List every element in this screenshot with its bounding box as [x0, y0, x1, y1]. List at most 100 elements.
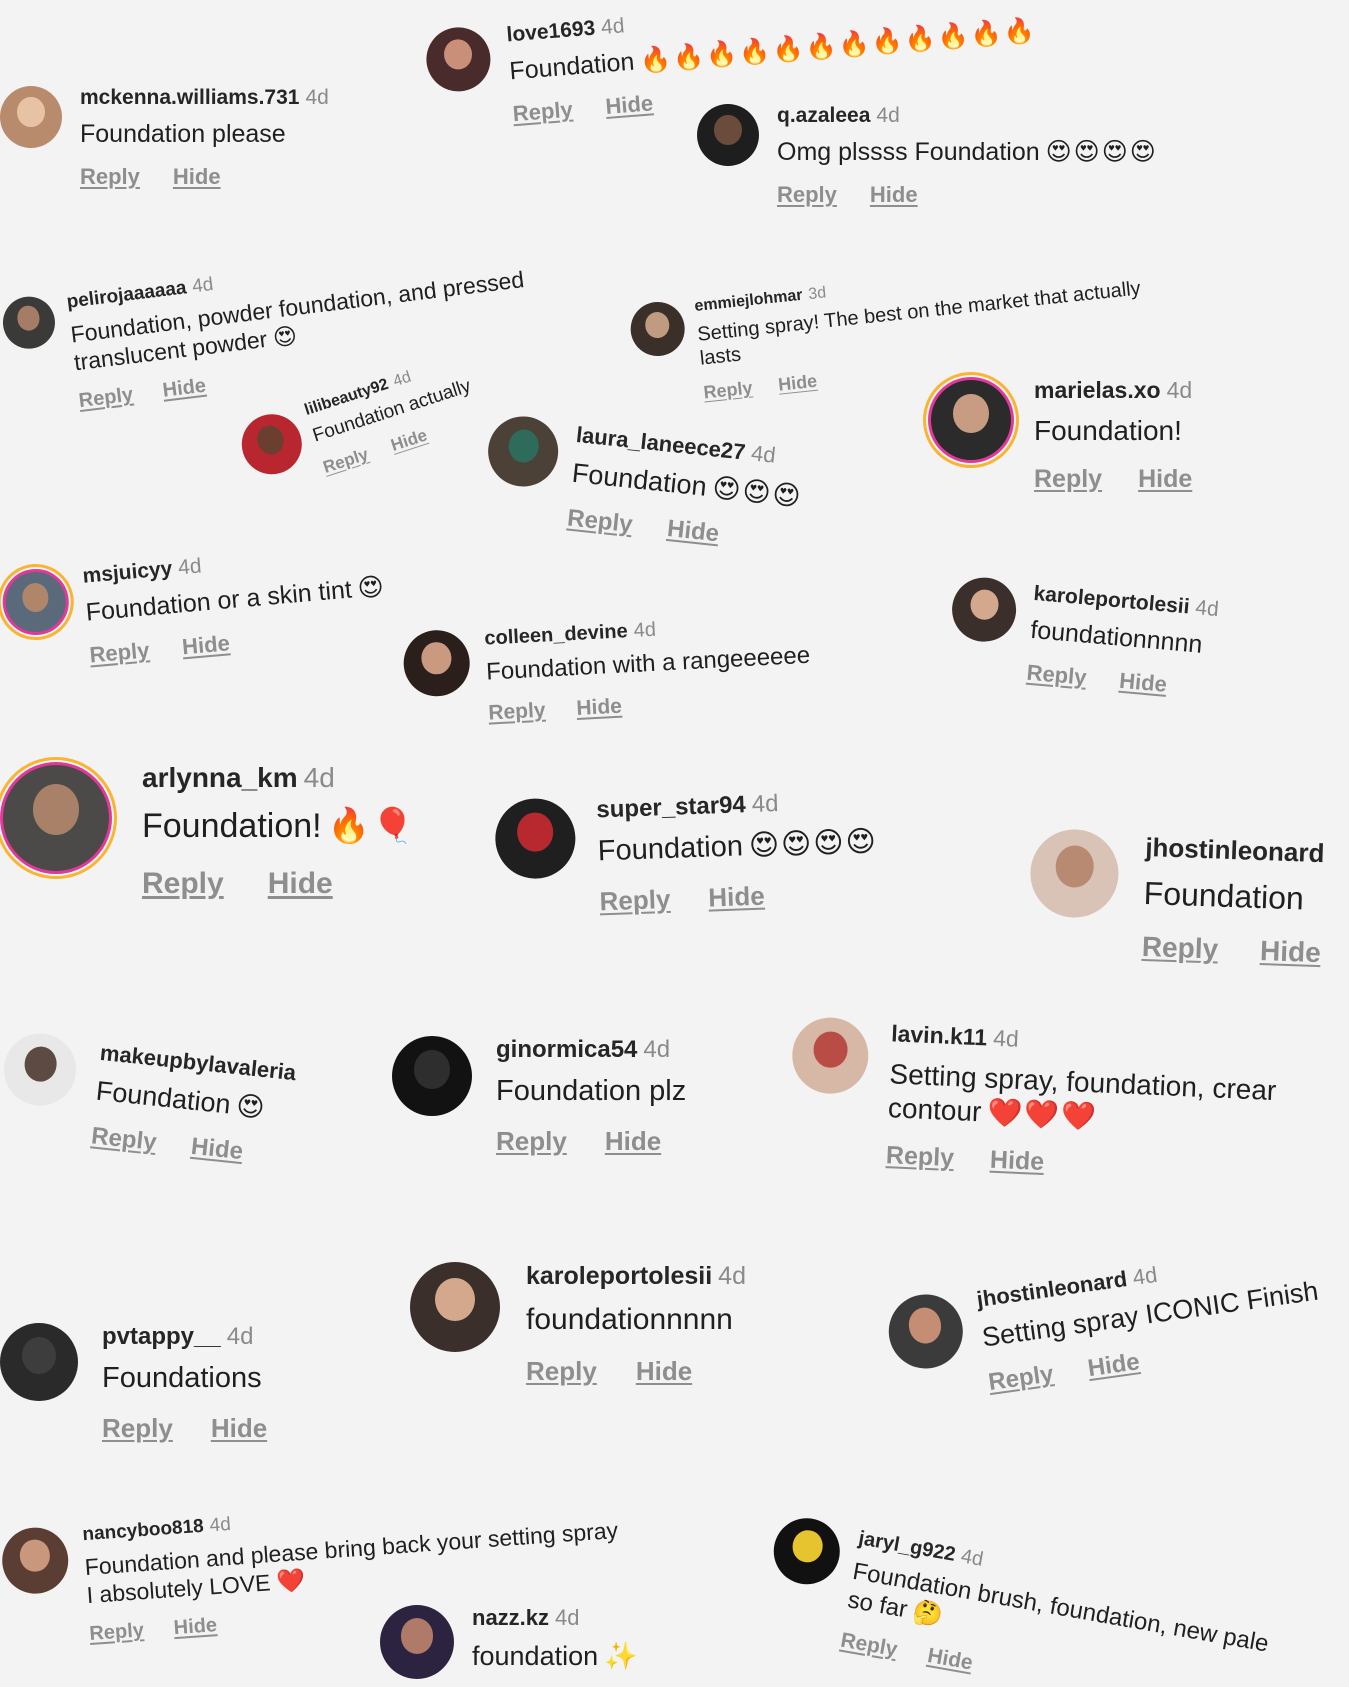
username-link[interactable]: arlynna_km — [142, 762, 298, 794]
username-link[interactable]: colleen_devine — [484, 620, 628, 650]
reply-button[interactable]: Reply — [987, 1361, 1056, 1398]
username-link[interactable]: emmiejlohmar — [694, 287, 804, 316]
avatar[interactable] — [928, 377, 1014, 463]
hide-button[interactable]: Hide — [1260, 935, 1322, 969]
avatar[interactable] — [697, 104, 759, 166]
reply-button[interactable]: Reply — [526, 1356, 597, 1387]
hide-button[interactable]: Hide — [926, 1644, 975, 1676]
hide-button[interactable]: Hide — [268, 867, 333, 901]
reply-button[interactable]: Reply — [89, 1619, 145, 1646]
hide-button[interactable]: Hide — [161, 375, 207, 403]
username-link[interactable]: nancyboo818 — [82, 1516, 205, 1546]
avatar[interactable] — [0, 1323, 78, 1401]
reply-button[interactable]: Reply — [488, 698, 546, 725]
comment-text-line: Foundation! — [142, 807, 322, 845]
username-link[interactable]: super_star94 — [596, 791, 746, 824]
reply-button[interactable]: Reply — [885, 1141, 954, 1173]
avatar[interactable] — [494, 797, 577, 880]
reply-button[interactable]: Reply — [80, 164, 140, 190]
hide-button[interactable]: Hide — [173, 164, 221, 190]
reply-button[interactable]: Reply — [512, 97, 574, 128]
username-link[interactable]: karoleportolesii — [1033, 582, 1191, 620]
hide-button[interactable]: Hide — [605, 90, 655, 120]
avatar[interactable] — [0, 566, 72, 638]
username-link[interactable]: marielas.xo — [1034, 377, 1161, 404]
reply-button[interactable]: Reply — [1141, 931, 1218, 966]
hide-button[interactable]: Hide — [190, 1133, 245, 1166]
comment-card: arlynna_km 4d Foundation! 🔥🎈 Reply Hide — [0, 762, 416, 901]
avatar[interactable] — [628, 299, 688, 359]
reply-button[interactable]: Reply — [90, 1123, 158, 1158]
avatar-photo — [23, 1044, 59, 1083]
username-link[interactable]: karoleportolesii — [526, 1262, 712, 1291]
reply-button[interactable]: Reply — [839, 1628, 899, 1662]
reply-button[interactable]: Reply — [496, 1126, 567, 1157]
timestamp: 3d — [807, 284, 827, 304]
timestamp: 4d — [391, 368, 414, 391]
avatar[interactable] — [949, 575, 1019, 645]
reply-button[interactable]: Reply — [566, 505, 634, 540]
avatar[interactable] — [484, 413, 562, 490]
hide-button[interactable]: Hide — [777, 371, 818, 396]
hide-button[interactable]: Hide — [1086, 1349, 1141, 1384]
comment-actions: Reply Hide — [566, 505, 799, 557]
reply-button[interactable]: Reply — [102, 1413, 173, 1444]
hide-button[interactable]: Hide — [605, 1126, 661, 1157]
reply-button[interactable]: Reply — [321, 444, 371, 477]
reply-button[interactable]: Reply — [88, 637, 150, 668]
comment-body: marielas.xo 4d Foundation! Reply Hide — [1034, 377, 1192, 494]
avatar[interactable] — [402, 628, 472, 698]
hide-button[interactable]: Hide — [708, 880, 765, 913]
timestamp: 4d — [992, 1024, 1020, 1052]
avatar[interactable] — [0, 762, 112, 874]
avatar[interactable] — [768, 1513, 845, 1590]
username-link[interactable]: msjuicyy — [82, 557, 174, 589]
hide-button[interactable]: Hide — [636, 1356, 692, 1387]
hide-button[interactable]: Hide — [666, 515, 721, 548]
comment-header: q.azaleea 4d — [777, 104, 1158, 128]
username-link[interactable]: ginormica54 — [496, 1036, 637, 1064]
avatar[interactable] — [380, 1605, 454, 1679]
reply-button[interactable]: Reply — [599, 884, 671, 917]
reply-button[interactable]: Reply — [1034, 465, 1102, 494]
comment-text-line: contour — [887, 1091, 983, 1127]
hide-button[interactable]: Hide — [388, 425, 429, 455]
username-link[interactable]: pvtappy__ — [102, 1323, 221, 1351]
avatar[interactable] — [392, 1036, 472, 1116]
reply-button[interactable]: Reply — [142, 867, 224, 901]
avatar[interactable] — [0, 1030, 80, 1110]
username-link[interactable]: q.azaleea — [777, 104, 870, 128]
avatar[interactable] — [0, 1525, 71, 1596]
hide-button[interactable]: Hide — [576, 694, 623, 720]
avatar[interactable] — [884, 1289, 968, 1374]
hide-button[interactable]: Hide — [211, 1413, 267, 1444]
hide-button[interactable]: Hide — [1118, 668, 1168, 698]
username-link[interactable]: nazz.kz — [472, 1605, 549, 1631]
reply-button[interactable]: Reply — [703, 378, 754, 404]
reply-button[interactable]: Reply — [78, 384, 135, 413]
username-link[interactable]: mckenna.williams.731 — [80, 86, 299, 110]
comment-card: super_star94 4d Foundation 😍😍😍😍 Reply Hide — [494, 787, 880, 921]
comment-header: karoleportolesii 4d — [1033, 582, 1220, 622]
avatar[interactable] — [410, 1262, 500, 1352]
avatar[interactable] — [234, 406, 310, 483]
reply-button[interactable]: Reply — [1026, 660, 1088, 691]
avatar-photo — [32, 784, 80, 835]
hide-button[interactable]: Hide — [1138, 465, 1192, 494]
hide-button[interactable]: Hide — [181, 630, 231, 660]
avatar[interactable] — [0, 293, 58, 352]
username-link[interactable]: lavin.k11 — [891, 1020, 988, 1051]
avatar[interactable] — [0, 86, 62, 148]
hide-button[interactable]: Hide — [989, 1146, 1044, 1177]
comment-card: lavin.k11 4d Setting spray, foundation, cr… — [787, 1016, 1278, 1187]
hide-button[interactable]: Hide — [870, 182, 918, 208]
reply-button[interactable]: Reply — [777, 182, 837, 208]
username-link[interactable]: love1693 — [506, 17, 596, 48]
avatar[interactable] — [790, 1016, 870, 1096]
comment-card: jhostinleonard 4d Setting spray ICONIC Fin… — [884, 1240, 1326, 1410]
avatar[interactable] — [424, 24, 493, 94]
username-link[interactable]: jhostinleonard — [1145, 832, 1325, 869]
comment-actions: Reply Hide — [1026, 660, 1213, 702]
hide-button[interactable]: Hide — [173, 1614, 218, 1640]
avatar[interactable] — [1028, 828, 1120, 920]
